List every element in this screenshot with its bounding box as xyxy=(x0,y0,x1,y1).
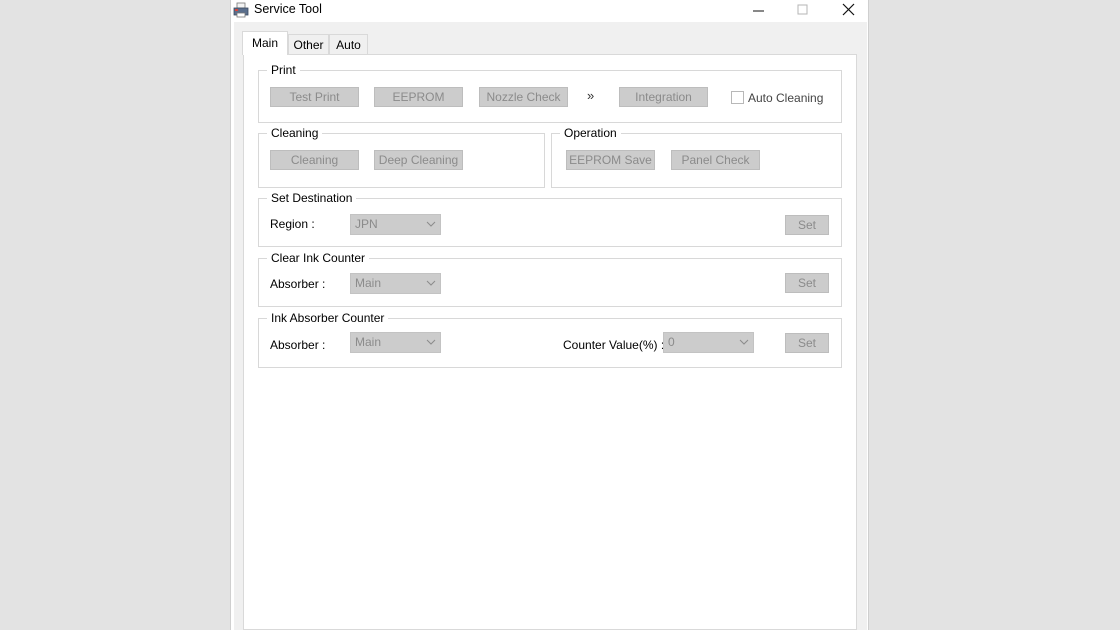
double-chevron-icon: » xyxy=(587,88,595,103)
cleaning-group: Cleaning Cleaning Deep Cleaning xyxy=(258,126,545,188)
service-tool-window: Service Tool Main Other Auto Print Test … xyxy=(230,0,869,630)
cleaning-legend: Cleaning xyxy=(267,126,323,140)
clear-ink-counter-set-button[interactable]: Set xyxy=(785,273,829,293)
clear-ink-counter-legend: Clear Ink Counter xyxy=(267,251,370,265)
chevron-down-icon xyxy=(426,280,436,286)
tab-main[interactable]: Main xyxy=(242,31,288,55)
close-button[interactable] xyxy=(829,0,869,20)
printer-app-icon xyxy=(233,2,249,18)
absorber-select[interactable]: Main xyxy=(350,332,441,353)
counter-value-select[interactable]: 0 xyxy=(663,332,754,353)
test-print-button[interactable]: Test Print xyxy=(270,87,359,107)
absorber-label: Absorber : xyxy=(270,338,326,352)
tab-other[interactable]: Other xyxy=(288,34,329,54)
region-label: Region : xyxy=(270,217,315,231)
operation-legend: Operation xyxy=(560,126,621,140)
print-legend: Print xyxy=(267,63,300,77)
absorber-select[interactable]: Main xyxy=(350,273,441,294)
minimize-button[interactable] xyxy=(739,0,779,20)
operation-group: Operation EEPROM Save Panel Check xyxy=(551,126,842,188)
chevron-down-icon xyxy=(739,339,749,345)
cleaning-button[interactable]: Cleaning xyxy=(270,150,359,170)
ink-absorber-counter-group: Ink Absorber Counter Absorber : Main Cou… xyxy=(258,311,842,368)
counter-value: 0 xyxy=(668,335,675,349)
eeprom-save-button[interactable]: EEPROM Save xyxy=(566,150,655,170)
close-icon xyxy=(842,3,855,16)
maximize-icon xyxy=(797,4,808,15)
clear-ink-counter-group: Clear Ink Counter Absorber : Main Set xyxy=(258,251,842,307)
window-title: Service Tool xyxy=(254,2,322,16)
set-destination-set-button[interactable]: Set xyxy=(785,215,829,235)
region-select[interactable]: JPN xyxy=(350,214,441,235)
absorber-value: Main xyxy=(355,276,382,290)
minimize-icon xyxy=(753,10,764,12)
counter-value-label: Counter Value(%) : xyxy=(563,338,665,352)
set-destination-group: Set Destination Region : JPN Set xyxy=(258,191,842,247)
set-destination-legend: Set Destination xyxy=(267,191,357,205)
title-bar[interactable]: Service Tool xyxy=(231,0,868,22)
main-tab-page: Print Test Print EEPROM Nozzle Check » I… xyxy=(243,54,857,630)
nozzle-check-button[interactable]: Nozzle Check xyxy=(479,87,568,107)
eeprom-button[interactable]: EEPROM xyxy=(374,87,463,107)
deep-cleaning-button[interactable]: Deep Cleaning xyxy=(374,150,463,170)
auto-cleaning-label[interactable]: Auto Cleaning xyxy=(748,91,823,105)
chevron-down-icon xyxy=(426,221,436,227)
ink-absorber-counter-set-button[interactable]: Set xyxy=(785,333,829,353)
region-value: JPN xyxy=(355,217,378,231)
print-group: Print Test Print EEPROM Nozzle Check » I… xyxy=(258,63,842,123)
chevron-down-icon xyxy=(426,339,436,345)
maximize-button[interactable] xyxy=(783,0,823,20)
ink-absorber-counter-legend: Ink Absorber Counter xyxy=(267,311,389,325)
auto-cleaning-checkbox[interactable] xyxy=(731,91,744,104)
panel-check-button[interactable]: Panel Check xyxy=(671,150,760,170)
tab-auto[interactable]: Auto xyxy=(329,34,368,54)
absorber-label: Absorber : xyxy=(270,277,326,291)
integration-button[interactable]: Integration xyxy=(619,87,708,107)
client-area: Main Other Auto Print Test Print EEPROM … xyxy=(234,22,867,630)
absorber-value: Main xyxy=(355,335,382,349)
